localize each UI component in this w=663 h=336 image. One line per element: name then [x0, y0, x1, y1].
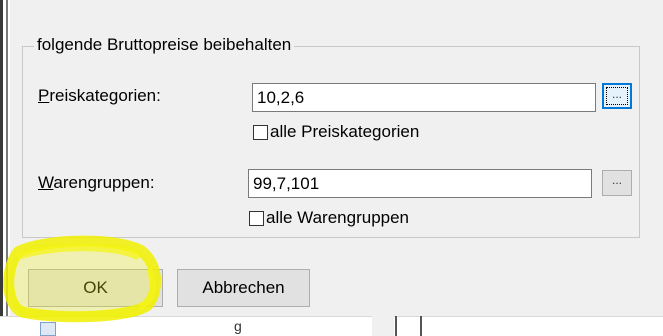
all-product-groups-label: alle Warengruppen: [266, 208, 410, 227]
underlying-gap: [372, 316, 394, 336]
highlight-fill: [8, 244, 158, 318]
group-title: folgende Bruttopreise beibehalten: [34, 35, 295, 55]
all-product-groups-checkbox-row[interactable]: alle Warengruppen: [249, 208, 409, 228]
all-price-categories-checkbox-row[interactable]: alle Preiskategorien: [253, 122, 419, 142]
cancel-button[interactable]: Abbrechen: [177, 269, 310, 307]
product-groups-label: Warengruppen:: [38, 173, 155, 193]
underlying-divider: [395, 316, 397, 336]
price-categories-browse-label: ...: [611, 87, 622, 101]
underlying-window: [0, 316, 663, 336]
product-groups-browse-label: ...: [611, 173, 622, 187]
product-groups-input[interactable]: [248, 169, 592, 198]
all-price-categories-checkbox[interactable]: [253, 124, 268, 140]
price-categories-input[interactable]: [252, 83, 596, 112]
product-groups-label-text: arengruppen:: [53, 173, 155, 192]
product-groups-accel: W: [38, 173, 54, 192]
product-groups-browse-button[interactable]: ...: [602, 170, 632, 196]
price-categories-accel: P: [38, 86, 50, 105]
screenshot-root: folgende Bruttopreise beibehalten Preisk…: [0, 0, 663, 336]
price-categories-label: Preiskategorien:: [38, 86, 161, 106]
price-categories-browse-button[interactable]: ...: [602, 83, 632, 109]
underlying-divider-2: [420, 316, 422, 336]
list-item-icon: [40, 322, 56, 336]
window-edge: [0, 0, 3, 336]
all-price-categories-label: alle Preiskategorien: [270, 122, 420, 141]
underlying-text: g: [234, 318, 242, 334]
price-categories-label-text: reiskategorien:: [49, 86, 161, 105]
all-product-groups-checkbox[interactable]: [249, 210, 264, 226]
